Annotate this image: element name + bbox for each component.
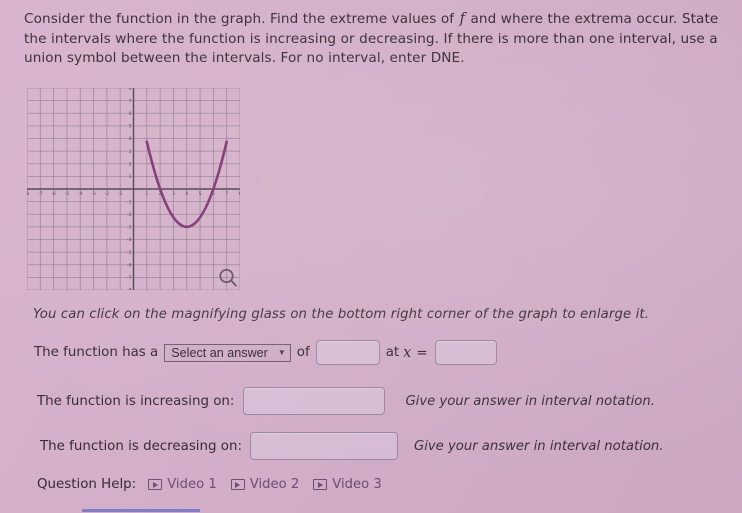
extrema-label-at: at xyxy=(385,345,400,360)
function-graph[interactable]: -8-7-6-5-4-3-2-11234567887654321-1-2-3-4… xyxy=(27,88,240,290)
svg-text:5: 5 xyxy=(129,124,132,130)
decreasing-interval-input[interactable] xyxy=(249,432,398,460)
svg-text:1: 1 xyxy=(129,174,132,180)
extrema-type-select-value: Select an answer xyxy=(171,345,268,360)
video-link-3[interactable]: Video 3 xyxy=(313,477,382,492)
svg-text:-1: -1 xyxy=(127,199,132,205)
problem-statement: Consider the function in the graph. Find… xyxy=(24,10,724,69)
svg-text:-7: -7 xyxy=(127,275,132,281)
prompt-text-part1: Consider the function in the graph. Find… xyxy=(24,11,459,27)
svg-text:8: 8 xyxy=(129,88,132,92)
play-video-icon xyxy=(313,479,328,490)
x-variable-symbol: x xyxy=(403,344,412,361)
increasing-interval-input[interactable] xyxy=(243,387,386,415)
page-progress-strip xyxy=(0,509,742,513)
video-link-1-label: Video 1 xyxy=(167,477,217,492)
svg-text:3: 3 xyxy=(129,149,132,155)
page-progress-fill xyxy=(82,509,200,512)
svg-text:-8: -8 xyxy=(127,288,132,290)
decreasing-answer-row: The function is decreasing on: Give your… xyxy=(40,432,663,460)
svg-text:-3: -3 xyxy=(127,225,132,231)
svg-text:-1: -1 xyxy=(118,191,123,197)
extrema-label-of: of xyxy=(296,345,310,360)
svg-text:-4: -4 xyxy=(127,237,132,243)
svg-text:7: 7 xyxy=(225,191,228,197)
video-link-3-label: Video 3 xyxy=(332,477,382,492)
svg-text:-4: -4 xyxy=(78,191,83,197)
equals-sign: = xyxy=(416,344,428,361)
svg-text:-5: -5 xyxy=(65,191,70,197)
svg-text:1: 1 xyxy=(145,191,148,197)
svg-text:-7: -7 xyxy=(38,191,43,197)
svg-text:-8: -8 xyxy=(27,191,29,197)
extreme-value-input[interactable] xyxy=(315,340,380,365)
question-help-row: Question Help: Video 1 Video 2 Video 3 xyxy=(37,477,396,492)
extrema-answer-row: The function has a Select an answer ▼ of… xyxy=(34,340,497,365)
svg-text:3: 3 xyxy=(172,191,175,197)
chevron-down-icon: ▼ xyxy=(277,347,286,357)
svg-text:5: 5 xyxy=(199,191,202,197)
svg-text:4: 4 xyxy=(129,136,132,142)
svg-text:6: 6 xyxy=(129,111,132,117)
graph-canvas: -8-7-6-5-4-3-2-11234567887654321-1-2-3-4… xyxy=(27,88,240,290)
video-link-2[interactable]: Video 2 xyxy=(230,477,300,492)
svg-text:-5: -5 xyxy=(127,250,132,256)
magnifying-glass-icon[interactable] xyxy=(217,267,239,289)
video-link-1[interactable]: Video 1 xyxy=(148,477,217,492)
extrema-label-before: The function has a xyxy=(34,345,159,360)
increasing-label: The function is increasing on: xyxy=(37,393,235,409)
x-value-input[interactable] xyxy=(434,340,497,365)
function-symbol-f: f xyxy=(459,11,466,27)
question-help-label: Question Help: xyxy=(37,477,137,492)
svg-text:7: 7 xyxy=(129,98,132,104)
svg-text:8: 8 xyxy=(239,191,240,197)
svg-text:-3: -3 xyxy=(91,191,96,197)
graph-hint-text: You can click on the magnifying glass on… xyxy=(33,307,650,322)
play-video-icon xyxy=(230,479,245,490)
video-link-2-label: Video 2 xyxy=(249,477,300,492)
play-video-icon xyxy=(148,479,163,490)
svg-text:-6: -6 xyxy=(51,191,56,197)
svg-text:-2: -2 xyxy=(105,191,110,197)
increasing-note: Give your answer in interval notation. xyxy=(405,393,655,409)
svg-text:-2: -2 xyxy=(127,212,132,218)
decreasing-label: The function is decreasing on: xyxy=(40,438,242,454)
svg-text:-6: -6 xyxy=(127,262,132,268)
extrema-type-select[interactable]: Select an answer ▼ xyxy=(164,343,291,362)
decreasing-note: Give your answer in interval notation. xyxy=(413,438,664,454)
svg-text:4: 4 xyxy=(185,191,188,197)
increasing-answer-row: The function is increasing on: Give your… xyxy=(37,387,655,415)
svg-text:2: 2 xyxy=(129,161,132,167)
